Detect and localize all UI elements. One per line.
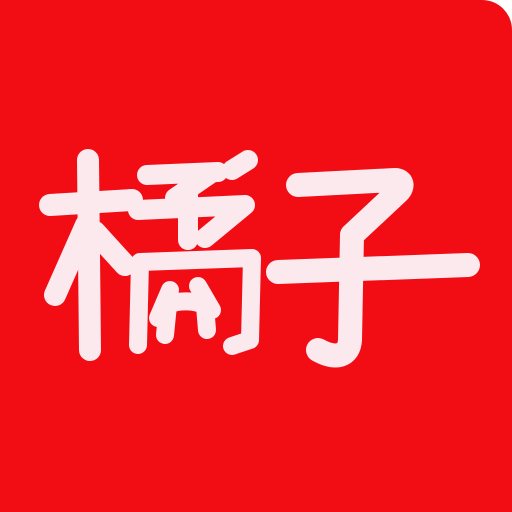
glyph-ju-enclosure-part: [129, 249, 261, 355]
app-icon-tile: 橘子: [0, 0, 512, 512]
glyph-ju-wood-radical: [39, 149, 143, 361]
glyph-ju-spear-part: [128, 150, 258, 250]
orange-app-logo-icon: [39, 149, 480, 368]
glyph-zi: [266, 168, 480, 368]
logo-glyphs: [39, 149, 480, 368]
